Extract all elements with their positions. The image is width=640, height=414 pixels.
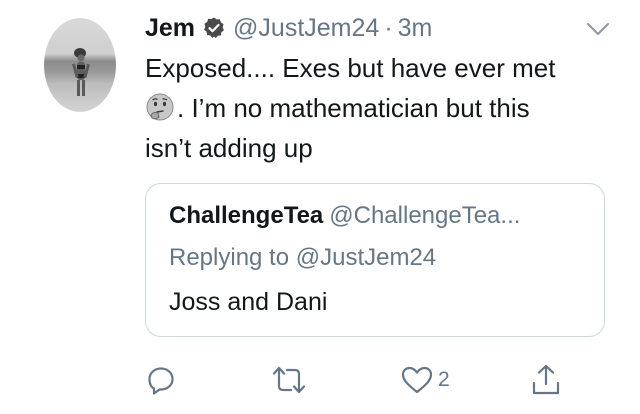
retweet-icon (272, 366, 306, 394)
heart-icon (401, 366, 433, 394)
tweet-actions: 2 (145, 360, 585, 400)
tweet-card[interactable]: Jem @JustJem24 · 3m Exposed.... Exes but… (0, 0, 640, 414)
reply-button[interactable] (145, 360, 177, 400)
reply-icon (148, 367, 174, 395)
share-button[interactable] (530, 360, 562, 400)
like-count: 2 (438, 368, 450, 391)
avatar-photo (72, 48, 90, 96)
replying-to: Replying to @JustJem24 (169, 244, 437, 271)
timestamp[interactable]: 3m (398, 14, 433, 43)
tweet-text: Exposed.... Exes but have ever met . I’m… (145, 48, 615, 168)
tweet-text-line: Exposed.... Exes but have ever met (145, 53, 556, 83)
retweet-button[interactable] (271, 360, 307, 400)
tweet-text-line: isn’t adding up (145, 133, 313, 163)
quoted-tweet[interactable]: ChallengeTea @ChallengeTea... Replying to… (145, 183, 605, 337)
quoted-author-name: ChallengeTea (169, 202, 324, 229)
separator-dot: · (384, 13, 393, 42)
thinking-face-icon (146, 93, 174, 121)
quoted-tweet-text: Joss and Dani (169, 288, 328, 316)
avatar[interactable] (44, 18, 116, 112)
tweet-header: Jem @JustJem24 · 3m (145, 10, 432, 46)
author-handle[interactable]: @JustJem24 (233, 14, 379, 43)
share-icon (532, 364, 560, 395)
quoted-tweet-header: ChallengeTea @ChallengeTea... (169, 202, 520, 230)
like-button[interactable]: 2 (400, 360, 450, 400)
tweet-text-fragment: . I’m no mathematician but this (177, 93, 530, 123)
quoted-author-handle: @ChallengeTea... (329, 202, 521, 229)
verified-badge-icon (204, 17, 224, 38)
author-name[interactable]: Jem (145, 14, 195, 43)
chevron-down-icon[interactable] (585, 20, 611, 38)
tweet-text-line: . I’m no mathematician but this (145, 88, 615, 128)
